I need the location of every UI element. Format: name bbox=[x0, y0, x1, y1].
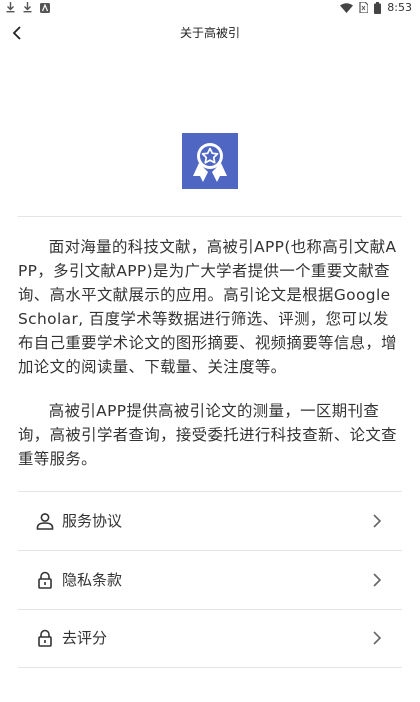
download-icon bbox=[23, 2, 32, 13]
divider bbox=[18, 667, 402, 668]
chevron-right-icon bbox=[373, 514, 382, 528]
divider bbox=[18, 216, 402, 217]
lock-icon bbox=[38, 629, 52, 647]
menu-item-label: 服务协议 bbox=[62, 512, 123, 530]
clock: 8:53 bbox=[387, 1, 412, 14]
chevron-right-icon bbox=[373, 573, 382, 587]
app-logo bbox=[182, 133, 238, 189]
menu-item-rate-app[interactable]: 去评分 bbox=[18, 609, 402, 667]
user-icon bbox=[36, 513, 54, 530]
no-sim-icon bbox=[359, 2, 369, 13]
about-paragraph-1: 面对海量的科技文献，高被引APP(也称高引文献APP，多引文献APP)是为广大学… bbox=[18, 238, 397, 376]
menu-item-label: 隐私条款 bbox=[62, 571, 123, 589]
notification-icons bbox=[6, 2, 50, 13]
award-badge-icon bbox=[193, 143, 227, 182]
wifi-icon bbox=[340, 2, 354, 13]
status-bar: 8:53 bbox=[0, 0, 420, 18]
menu-item-privacy-policy[interactable]: 隐私条款 bbox=[18, 551, 402, 609]
about-paragraph-2: 高被引APP提供高被引论文的测量，一区期刊查询，高被引学者查询，接受委托进行科技… bbox=[18, 402, 397, 468]
chevron-right-icon bbox=[373, 631, 382, 645]
app-bar: 关于高被引 bbox=[0, 18, 420, 48]
page-title: 关于高被引 bbox=[179, 26, 240, 40]
system-icons: 8:53 bbox=[340, 1, 412, 14]
download-icon bbox=[6, 2, 15, 13]
menu-item-service-agreement[interactable]: 服务协议 bbox=[18, 492, 402, 550]
battery-icon bbox=[374, 1, 382, 14]
menu-item-label: 去评分 bbox=[62, 629, 108, 647]
lock-icon bbox=[38, 571, 52, 589]
app-notification-icon bbox=[40, 2, 50, 13]
